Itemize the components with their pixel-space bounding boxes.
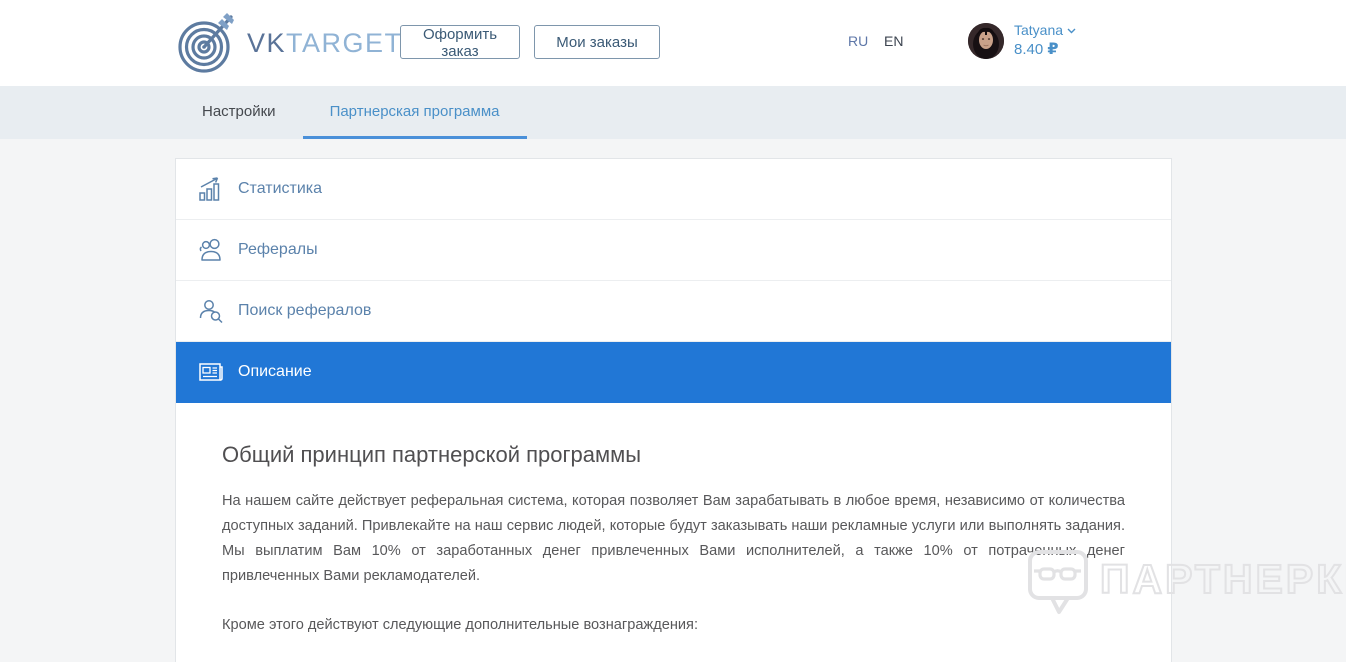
menu-item-description[interactable]: Описание bbox=[176, 342, 1171, 403]
user-info: Tatyana 8.40 ₽ bbox=[1014, 20, 1076, 60]
lang-switch-ru[interactable]: RU bbox=[848, 33, 868, 49]
create-order-button[interactable]: Оформить заказ bbox=[400, 25, 520, 60]
chevron-down-icon bbox=[1067, 20, 1076, 34]
header: VKTARGET Оформить заказ Мои заказы RU EN… bbox=[0, 0, 1346, 86]
lang-switch-en[interactable]: EN bbox=[884, 33, 903, 49]
avatar[interactable] bbox=[968, 23, 1004, 59]
user-menu[interactable]: Tatyana bbox=[1014, 20, 1076, 40]
description-content: Общий принцип партнерской программы На н… bbox=[176, 403, 1171, 638]
tab-settings[interactable]: Настройки bbox=[175, 86, 303, 139]
my-orders-button[interactable]: Мои заказы bbox=[534, 25, 660, 59]
referrals-icon bbox=[196, 235, 226, 265]
partner-program-panel: Статистика Рефералы Поиск рефералов Опис… bbox=[175, 158, 1172, 662]
description-icon bbox=[196, 357, 226, 387]
content-paragraph: На нашем сайте действует реферальная сис… bbox=[222, 493, 1125, 584]
logo-text: VKTARGET bbox=[247, 27, 403, 58]
menu-item-label: Описание bbox=[238, 363, 312, 380]
menu-item-referrals[interactable]: Рефералы bbox=[176, 220, 1171, 281]
content-paragraph: Кроме этого действуют следующие дополнит… bbox=[222, 617, 698, 633]
ruble-icon: ₽ bbox=[1047, 41, 1059, 58]
vktarget-logo[interactable]: VKTARGET bbox=[175, 10, 403, 76]
menu-item-label: Рефералы bbox=[238, 241, 318, 258]
menu-item-statistics[interactable]: Статистика bbox=[176, 159, 1171, 220]
stats-icon bbox=[196, 174, 226, 204]
menu-item-referral-search[interactable]: Поиск рефералов bbox=[176, 281, 1171, 342]
target-dart-icon bbox=[175, 10, 239, 76]
menu-item-label: Поиск рефералов bbox=[238, 302, 372, 319]
tab-bar: Настройки Партнерская программа bbox=[0, 86, 1346, 139]
content-heading: Общий принцип партнерской программы bbox=[222, 442, 642, 467]
search-referrals-icon bbox=[196, 296, 226, 326]
tab-partner-program[interactable]: Партнерская программа bbox=[302, 86, 527, 139]
menu-item-label: Статистика bbox=[238, 180, 323, 197]
balance[interactable]: 8.40 ₽ bbox=[1014, 40, 1076, 60]
page: VKTARGET Оформить заказ Мои заказы RU EN… bbox=[0, 0, 1346, 662]
